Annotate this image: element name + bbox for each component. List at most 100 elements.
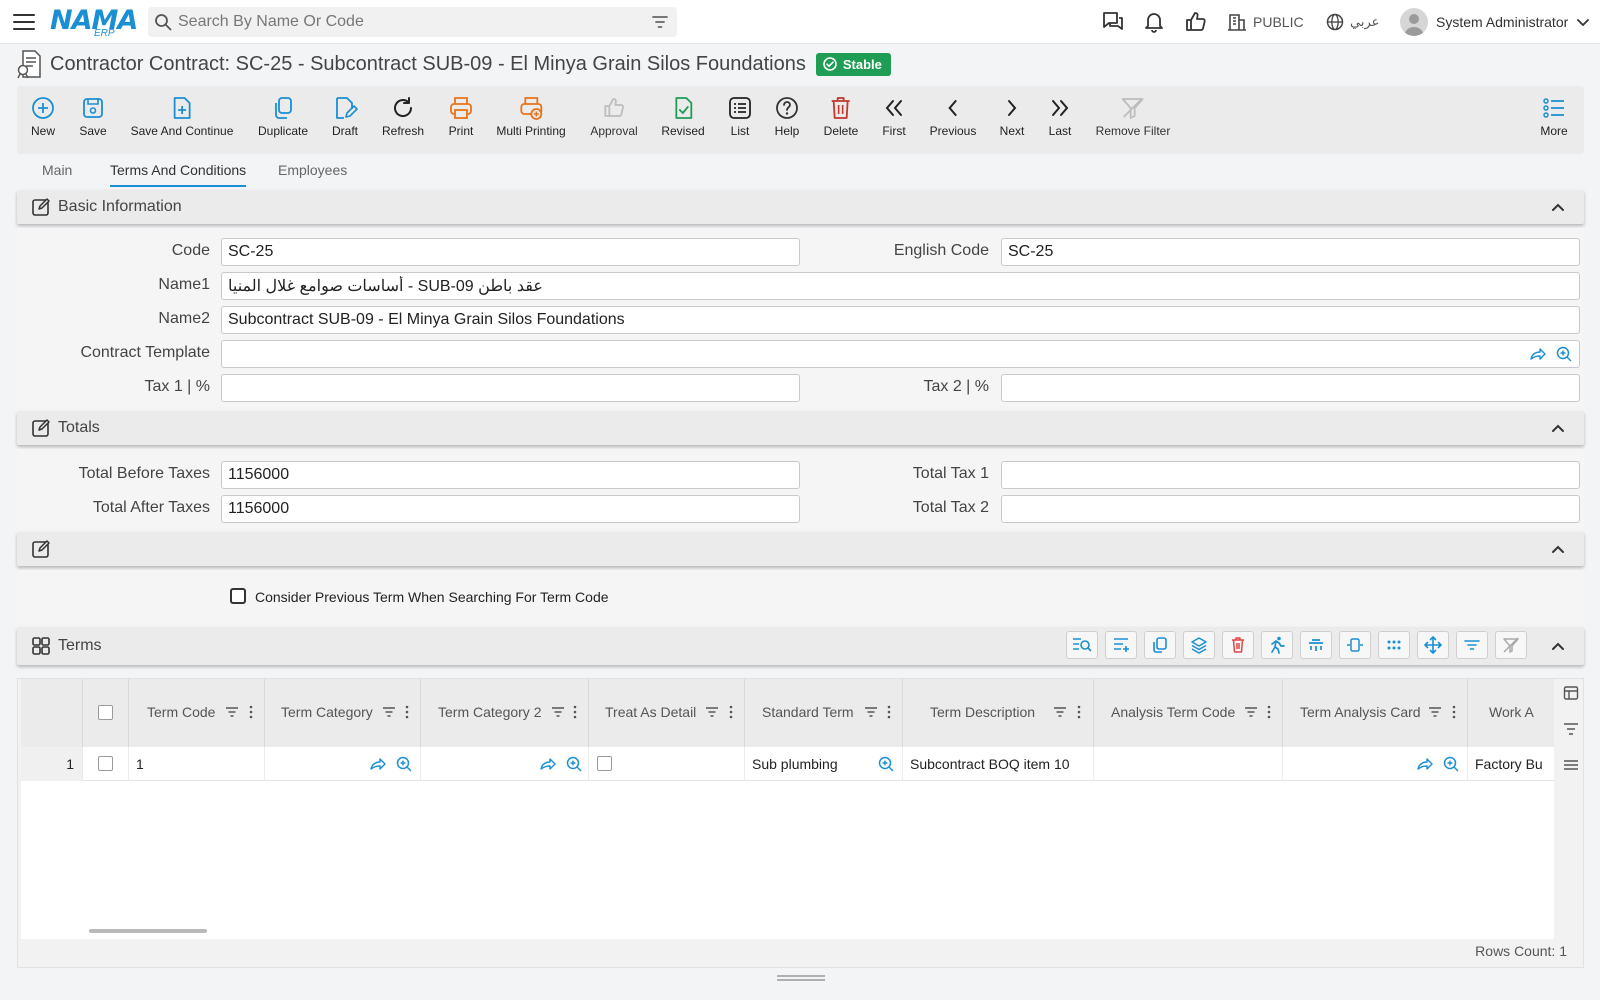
next-button[interactable]: Next — [998, 94, 1026, 138]
cell-term-description[interactable]: Subcontract BOQ item 10 — [903, 747, 1094, 781]
cell-term-code[interactable]: 1 — [129, 747, 265, 781]
more-button[interactable]: More — [1540, 94, 1568, 138]
last-button[interactable]: Last — [1046, 94, 1074, 138]
language-switch[interactable]: عربي — [1326, 9, 1379, 35]
more-vertical-icon[interactable] — [1452, 705, 1456, 719]
tax2-field[interactable] — [1001, 374, 1580, 402]
layers-icon[interactable] — [1183, 631, 1215, 659]
lookup-search-icon[interactable] — [1555, 345, 1573, 363]
column-header-term-code[interactable]: Term Code — [129, 679, 265, 747]
grid-dots-icon[interactable] — [1378, 631, 1410, 659]
approval-button[interactable]: Approval — [590, 94, 638, 138]
filter-icon[interactable] — [1053, 705, 1067, 719]
cell-analysis-term-code[interactable] — [1094, 747, 1283, 781]
total-tax1-field[interactable] — [1001, 461, 1580, 489]
filter-icon[interactable] — [1244, 705, 1258, 719]
filter-icon[interactable] — [705, 705, 719, 719]
grid-search-icon[interactable] — [1066, 631, 1098, 659]
lookup-search-icon[interactable] — [565, 755, 583, 773]
totals-header[interactable]: Totals — [17, 411, 1584, 445]
table-icon[interactable] — [1563, 685, 1579, 701]
cell-treat-as-detail[interactable] — [589, 747, 745, 781]
filter-icon[interactable] — [382, 705, 396, 719]
more-vertical-icon[interactable] — [887, 705, 891, 719]
duplicate-button[interactable]: Duplicate — [258, 94, 308, 138]
name2-field[interactable] — [221, 306, 1580, 334]
cell-standard-term[interactable]: Sub plumbing — [745, 747, 903, 781]
filter-icon[interactable] — [1563, 721, 1579, 737]
remove-filter-button[interactable]: Remove Filter — [1096, 94, 1170, 138]
draft-button[interactable]: Draft — [331, 94, 359, 138]
column-header-treat-as-detail[interactable]: Treat As Detail — [589, 679, 745, 747]
add-row-icon[interactable] — [1105, 631, 1137, 659]
cell-term-analysis-card[interactable] — [1283, 747, 1468, 781]
move-icon[interactable] — [1417, 631, 1449, 659]
open-link-icon[interactable] — [539, 755, 557, 773]
delete-button[interactable]: Delete — [824, 94, 858, 138]
refresh-button[interactable]: Refresh — [382, 94, 424, 138]
treat-as-detail-checkbox[interactable] — [597, 756, 612, 771]
filter-icon[interactable] — [1428, 705, 1442, 719]
total-before-taxes-field[interactable] — [221, 461, 800, 489]
bell-icon[interactable] — [1141, 9, 1167, 35]
clear-filter-icon[interactable] — [1495, 631, 1527, 659]
filter-icon[interactable] — [551, 705, 565, 719]
public-scope[interactable]: PUBLIC — [1227, 9, 1304, 35]
select-all-checkbox[interactable] — [98, 705, 113, 720]
column-header-standard-term[interactable]: Standard Term — [745, 679, 903, 747]
filter-icon[interactable] — [1456, 631, 1488, 659]
logo[interactable]: NAMA ERP — [50, 3, 138, 39]
first-button[interactable]: First — [880, 94, 908, 138]
tax1-field[interactable] — [221, 374, 800, 402]
more-vertical-icon[interactable] — [405, 705, 409, 719]
chevron-up-icon[interactable] — [1550, 199, 1566, 215]
consider-previous-term-checkbox[interactable] — [230, 588, 246, 604]
copy-rows-icon[interactable] — [1144, 631, 1176, 659]
column-header-term-category[interactable]: Term Category — [265, 679, 421, 747]
total-tax2-field[interactable] — [1001, 495, 1580, 523]
code-field[interactable] — [221, 238, 800, 266]
chevron-up-icon[interactable] — [1550, 420, 1566, 436]
filter-icon[interactable] — [225, 705, 239, 719]
column-header-term-analysis-card[interactable]: Term Analysis Card — [1283, 679, 1468, 747]
tab-main[interactable]: Main — [42, 162, 72, 185]
cell-work-area[interactable]: Factory Bu — [1468, 747, 1554, 781]
search-input[interactable] — [178, 7, 638, 37]
horizontal-scrollbar[interactable] — [89, 929, 207, 933]
chevron-up-icon[interactable] — [1550, 541, 1566, 557]
delete-rows-icon[interactable] — [1222, 631, 1254, 659]
tab-employees[interactable]: Employees — [278, 162, 347, 185]
fit-columns-icon[interactable] — [1339, 631, 1371, 659]
chevron-up-icon[interactable] — [1550, 638, 1566, 654]
lookup-search-icon[interactable] — [1442, 755, 1460, 773]
open-link-icon[interactable] — [1416, 755, 1434, 773]
run-icon[interactable] — [1261, 631, 1293, 659]
cell-term-category[interactable] — [265, 747, 421, 781]
resize-handle-icon[interactable] — [777, 975, 825, 981]
save-button[interactable]: Save — [79, 94, 107, 138]
more-vertical-icon[interactable] — [1267, 705, 1271, 719]
revised-button[interactable]: Revised — [661, 94, 705, 138]
column-header-term-category-2[interactable]: Term Category 2 — [421, 679, 589, 747]
row-checkbox[interactable] — [98, 756, 113, 771]
freeze-columns-icon[interactable] — [1300, 631, 1332, 659]
more-vertical-icon[interactable] — [729, 705, 733, 719]
filter-icon[interactable] — [651, 14, 669, 30]
chat-icon[interactable] — [1100, 9, 1126, 35]
more-vertical-icon[interactable] — [249, 705, 253, 719]
lookup-search-icon[interactable] — [877, 755, 895, 773]
save-and-continue-button[interactable]: Save And Continue — [131, 94, 233, 138]
print-button[interactable]: Print — [447, 94, 475, 138]
multi-printing-button[interactable]: Multi Printing — [496, 94, 566, 138]
english-code-field[interactable] — [1001, 238, 1580, 266]
more-vertical-icon[interactable] — [1077, 705, 1081, 719]
cell-term-category-2[interactable] — [421, 747, 589, 781]
column-header-term-description[interactable]: Term Description — [903, 679, 1094, 747]
lookup-search-icon[interactable] — [395, 755, 413, 773]
total-after-taxes-field[interactable] — [221, 495, 800, 523]
tab-terms-and-conditions[interactable]: Terms And Conditions — [110, 162, 247, 187]
basic-information-header[interactable]: Basic Information — [17, 190, 1584, 224]
name1-field[interactable] — [221, 272, 1580, 300]
contract-template-field[interactable] — [221, 340, 1580, 368]
help-button[interactable]: Help — [773, 94, 801, 138]
